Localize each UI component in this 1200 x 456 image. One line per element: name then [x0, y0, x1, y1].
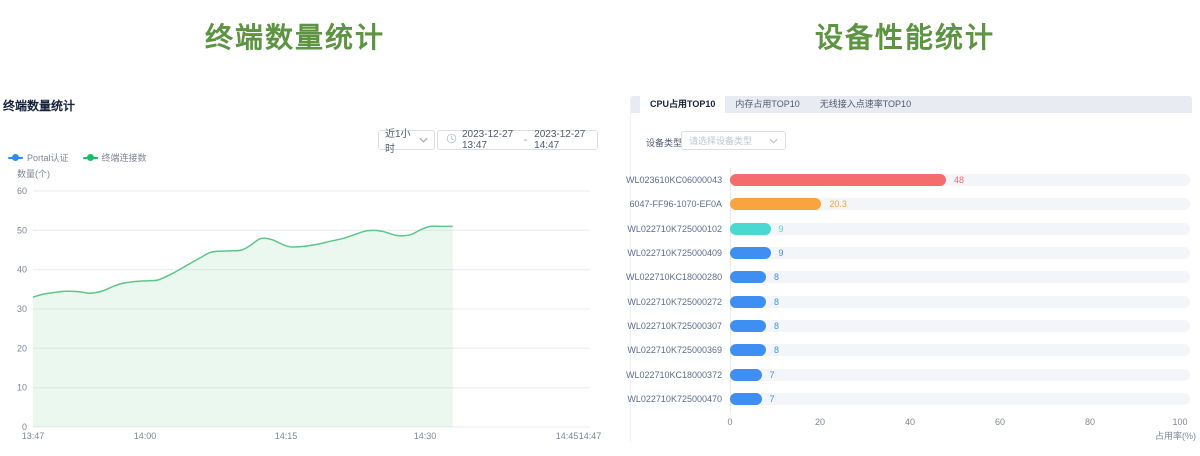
bar-track: [730, 174, 1190, 186]
y-tick-label: 30: [17, 304, 27, 314]
bar-category-label: WL022710K725000470: [626, 394, 722, 404]
bar-track: [730, 344, 1190, 356]
bar: [730, 344, 766, 356]
date-end: 2023-12-27 14:47: [534, 129, 589, 151]
chart-legend: Portal认证 终端连接数: [8, 151, 147, 164]
clock-icon: [446, 133, 457, 147]
x-tick-label: 14:30: [414, 431, 437, 441]
x-tick-label: 14:45: [556, 431, 579, 441]
bar-track: [730, 393, 1190, 405]
bar-value-label: 20.3: [829, 198, 847, 210]
bar-value-label: 7: [770, 369, 775, 381]
terminal-chart-title: 终端数量统计: [3, 97, 75, 114]
bar-value-label: 9: [779, 247, 784, 259]
cpu-top10-bar-chart: WL023610KC06000043 48 6047-FF96-1070-EF0A 2…: [0, 0, 1200, 456]
legend-label: Portal认证: [27, 151, 69, 164]
y-tick-label: 20: [17, 343, 27, 353]
panel-divider: [630, 96, 631, 442]
right-section-title: 设备性能统计: [610, 16, 1200, 56]
x-tick-label: 100: [1163, 417, 1197, 427]
x-tick-label: 60: [983, 417, 1017, 427]
performance-tabs: CPU占用TOP10内存占用TOP10无线接入点速率TOP10: [631, 96, 1192, 113]
line-series-marker-icon: [8, 154, 23, 162]
left-section-title: 终端数量统计: [0, 16, 590, 56]
bar-track: [730, 198, 1190, 210]
x-tick-label: 14:47: [579, 431, 602, 441]
tab-inactive[interactable]: 无线接入点速率TOP10: [810, 96, 921, 113]
x-tick-label: 14:15: [275, 431, 298, 441]
device-type-placeholder: 请选择设备类型: [689, 134, 752, 147]
bar-value-label: 48: [954, 174, 964, 186]
x-tick-label: 13:47: [22, 431, 45, 441]
bar-chart-axis-line: [730, 168, 731, 413]
chevron-down-icon: [769, 136, 778, 146]
bar: [730, 393, 762, 405]
bar: [730, 296, 766, 308]
bar: [730, 247, 771, 259]
bar-category-label: WL022710K725000409: [626, 248, 722, 258]
terminal-area: [33, 226, 453, 427]
bar-value-label: 9: [779, 223, 784, 235]
bar-category-label: WL022710K725000102: [626, 224, 722, 234]
time-range-select[interactable]: 近1小时: [378, 130, 435, 150]
line-series-marker-icon: [83, 154, 98, 162]
bar: [730, 320, 766, 332]
bar: [730, 223, 771, 235]
date-range-picker[interactable]: 2023-12-27 13:47 - 2023-12-27 14:47: [437, 130, 598, 150]
bar: [730, 198, 821, 210]
y-tick-label: 60: [17, 186, 27, 196]
bar-value-label: 8: [774, 320, 779, 332]
y-axis-title: 数量(个): [17, 167, 50, 180]
bar-value-label: 7: [770, 393, 775, 405]
x-tick-label: 20: [803, 417, 837, 427]
x-tick-label: 0: [713, 417, 747, 427]
x-tick-label: 14:00: [134, 431, 157, 441]
bar-category-label: WL022710K725000272: [626, 297, 722, 307]
tab-inactive[interactable]: 内存占用TOP10: [725, 96, 809, 113]
y-tick-label: 40: [17, 265, 27, 275]
bar-value-label: 8: [774, 296, 779, 308]
terminal-line: [33, 226, 453, 297]
bar-category-label: WL022710KC18000280: [626, 272, 722, 282]
x-axis-title: 占用率(%): [1138, 429, 1196, 442]
legend-label: 终端连接数: [102, 151, 147, 164]
x-tick-label: 40: [893, 417, 927, 427]
bar-track: [730, 223, 1190, 235]
device-type-label: 设备类型: [646, 136, 682, 149]
dashboard: 终端数量统计 设备性能统计 终端数量统计 近1小时 2023-12-27 13:…: [0, 0, 1200, 456]
time-range-value: 近1小时: [385, 125, 419, 155]
bar-category-label: WL023610KC06000043: [626, 175, 722, 185]
bar-track: [730, 369, 1190, 381]
bar-track: [730, 296, 1190, 308]
bar-track: [730, 247, 1190, 259]
chevron-down-icon: [419, 135, 428, 146]
y-tick-label: 50: [17, 225, 27, 235]
bar: [730, 271, 766, 283]
date-separator: -: [524, 135, 527, 146]
bar: [730, 369, 762, 381]
legend-item-portal[interactable]: Portal认证: [8, 151, 69, 164]
y-tick-label: 0: [22, 422, 27, 432]
bar-value-label: 8: [774, 271, 779, 283]
legend-item-terminal-connections[interactable]: 终端连接数: [83, 151, 147, 164]
date-start: 2023-12-27 13:47: [462, 129, 517, 151]
device-type-select[interactable]: 请选择设备类型: [681, 131, 786, 150]
bar-category-label: WL022710K725000369: [626, 345, 722, 355]
tab-active[interactable]: CPU占用TOP10: [640, 96, 725, 113]
bar-value-label: 8: [774, 344, 779, 356]
bar-category-label: WL022710K725000307: [626, 321, 722, 331]
bar-category-label: WL022710KC18000372: [626, 370, 722, 380]
bar-track: [730, 320, 1190, 332]
terminal-count-line-chart: 0 10 20 30 40 50 60 13:47 14:00 14:15 14:30 14:4514…: [0, 0, 610, 456]
bar: [730, 174, 946, 186]
y-tick-label: 10: [17, 383, 27, 393]
x-tick-label: 80: [1073, 417, 1107, 427]
bar-track: [730, 271, 1190, 283]
bar-category-label: 6047-FF96-1070-EF0A: [626, 199, 722, 209]
